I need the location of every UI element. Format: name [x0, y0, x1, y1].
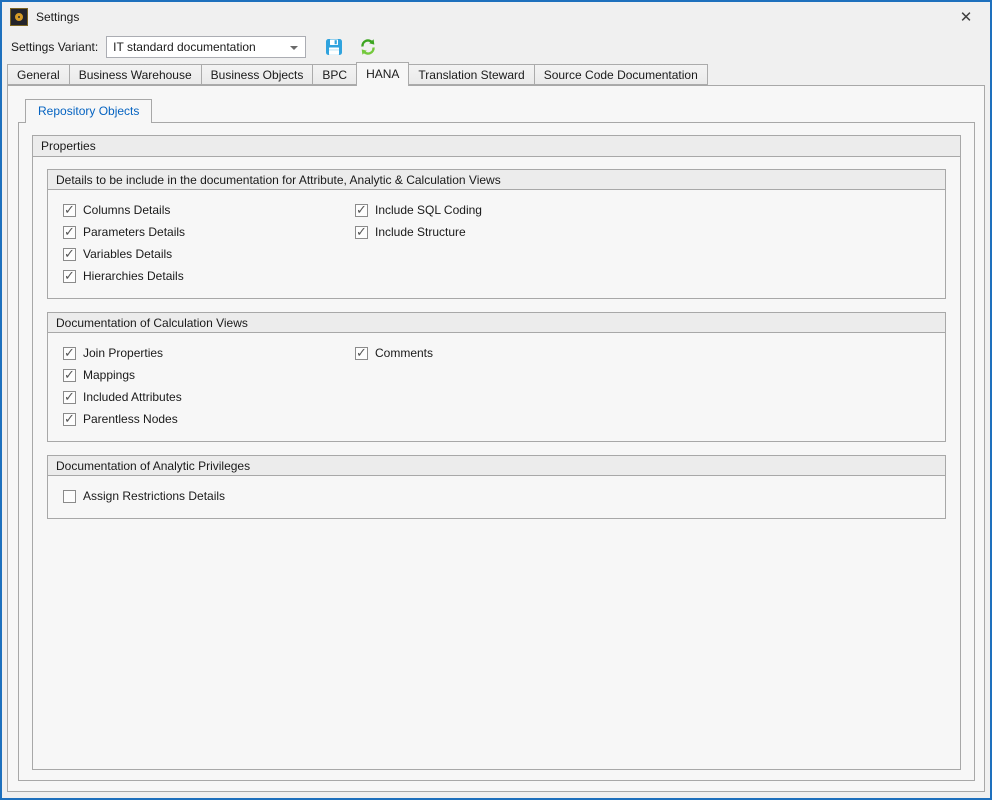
- checkbox-label: Parameters Details: [83, 225, 185, 239]
- checkbox-column-left: Join Properties Mappings Included Attribut…: [63, 346, 355, 434]
- checkbox-label: Hierarchies Details: [83, 269, 184, 283]
- checkbox-column-right: Include SQL Coding Include Structure: [355, 203, 945, 291]
- checkbox-checked-icon: [63, 391, 76, 404]
- properties-group-title: Properties: [33, 136, 960, 157]
- section-body: Columns Details Parameters Details Variabl…: [48, 190, 945, 298]
- checkbox-checked-icon: [355, 226, 368, 239]
- checkbox-included-attributes[interactable]: Included Attributes: [63, 390, 355, 404]
- checkbox-label: Assign Restrictions Details: [83, 489, 225, 503]
- checkbox-parentless-nodes[interactable]: Parentless Nodes: [63, 412, 355, 426]
- checkbox-mappings[interactable]: Mappings: [63, 368, 355, 382]
- checkbox-columns-details[interactable]: Columns Details: [63, 203, 355, 217]
- settings-variant-combobox[interactable]: IT standard documentation: [106, 36, 306, 58]
- hana-tab-page: Repository Objects Properties Details to…: [7, 85, 985, 792]
- settings-variant-value: IT standard documentation: [113, 40, 256, 54]
- checkbox-join-properties[interactable]: Join Properties: [63, 346, 355, 360]
- checkbox-label: Join Properties: [83, 346, 163, 360]
- properties-sections: Details to be include in the documentati…: [33, 157, 960, 519]
- chevron-down-icon: [290, 46, 298, 50]
- app-icon-ring: [15, 13, 23, 21]
- checkbox-checked-icon: [63, 248, 76, 261]
- checkbox-column-right: Comments: [355, 346, 945, 434]
- section-details-to-be-include: Details to be include in the documentati…: [47, 169, 946, 299]
- sub-tabstrip: Repository Objects: [25, 98, 152, 122]
- tab-bpc[interactable]: BPC: [312, 64, 357, 85]
- checkbox-include-sql-coding[interactable]: Include SQL Coding: [355, 203, 945, 217]
- tab-business-objects[interactable]: Business Objects: [201, 64, 314, 85]
- settings-window: Settings ✕ Settings Variant: IT standard…: [0, 0, 992, 800]
- tab-general[interactable]: General: [7, 64, 70, 85]
- checkbox-label: Columns Details: [83, 203, 170, 217]
- refresh-button[interactable]: [356, 35, 380, 59]
- save-icon: [324, 37, 344, 57]
- checkbox-hierarchies-details[interactable]: Hierarchies Details: [63, 269, 355, 283]
- app-icon: [10, 8, 28, 26]
- section-documentation-of-calculation-views: Documentation of Calculation Views Join P…: [47, 312, 946, 442]
- section-body: Join Properties Mappings Included Attribut…: [48, 333, 945, 441]
- section-title: Documentation of Analytic Privileges: [48, 456, 945, 476]
- checkbox-variables-details[interactable]: Variables Details: [63, 247, 355, 261]
- main-tabstrip: GeneralBusiness WarehouseBusiness Object…: [7, 62, 707, 85]
- titlebar[interactable]: Settings ✕: [2, 2, 990, 32]
- checkbox-label: Parentless Nodes: [83, 412, 178, 426]
- checkbox-label: Comments: [375, 346, 433, 360]
- properties-group: Properties Details to be include in the …: [32, 135, 961, 770]
- window-title: Settings: [36, 10, 79, 24]
- refresh-icon: [359, 38, 377, 56]
- checkbox-include-structure[interactable]: Include Structure: [355, 225, 945, 239]
- section-title: Documentation of Calculation Views: [48, 313, 945, 333]
- checkbox-column-left: Columns Details Parameters Details Variabl…: [63, 203, 355, 291]
- tab-source-code-documentation[interactable]: Source Code Documentation: [534, 64, 708, 85]
- checkbox-checked-icon: [355, 204, 368, 217]
- repository-objects-page: Properties Details to be include in the …: [18, 122, 975, 781]
- checkbox-checked-icon: [63, 204, 76, 217]
- tab-hana[interactable]: HANA: [356, 62, 409, 86]
- toolbar: Settings Variant: IT standard documentat…: [2, 32, 990, 62]
- checkbox-label: Include SQL Coding: [375, 203, 482, 217]
- section-body: Assign Restrictions Details: [48, 476, 945, 518]
- checkbox-checked-icon: [63, 270, 76, 283]
- section-title: Details to be include in the documentati…: [48, 170, 945, 190]
- checkbox-label: Mappings: [83, 368, 135, 382]
- checkbox-label: Include Structure: [375, 225, 466, 239]
- checkbox-checked-icon: [63, 226, 76, 239]
- checkbox-column-left: Assign Restrictions Details: [63, 489, 355, 511]
- checkbox-unchecked-icon: [63, 490, 76, 503]
- checkbox-label: Included Attributes: [83, 390, 182, 404]
- section-documentation-of-analytic-privileges: Documentation of Analytic Privileges Assi…: [47, 455, 946, 519]
- tab-repository-objects[interactable]: Repository Objects: [25, 99, 152, 123]
- checkbox-checked-icon: [63, 413, 76, 426]
- checkbox-checked-icon: [63, 369, 76, 382]
- close-icon[interactable]: ✕: [948, 2, 984, 32]
- save-button[interactable]: [322, 35, 346, 59]
- checkbox-column-right: [355, 489, 945, 511]
- checkbox-checked-icon: [355, 347, 368, 360]
- checkbox-checked-icon: [63, 347, 76, 360]
- checkbox-comments[interactable]: Comments: [355, 346, 945, 360]
- settings-variant-label: Settings Variant:: [11, 40, 98, 54]
- checkbox-assign-restrictions-details[interactable]: Assign Restrictions Details: [63, 489, 355, 503]
- tab-translation-steward[interactable]: Translation Steward: [408, 64, 534, 85]
- checkbox-parameters-details[interactable]: Parameters Details: [63, 225, 355, 239]
- tab-business-warehouse[interactable]: Business Warehouse: [69, 64, 202, 85]
- checkbox-label: Variables Details: [83, 247, 172, 261]
